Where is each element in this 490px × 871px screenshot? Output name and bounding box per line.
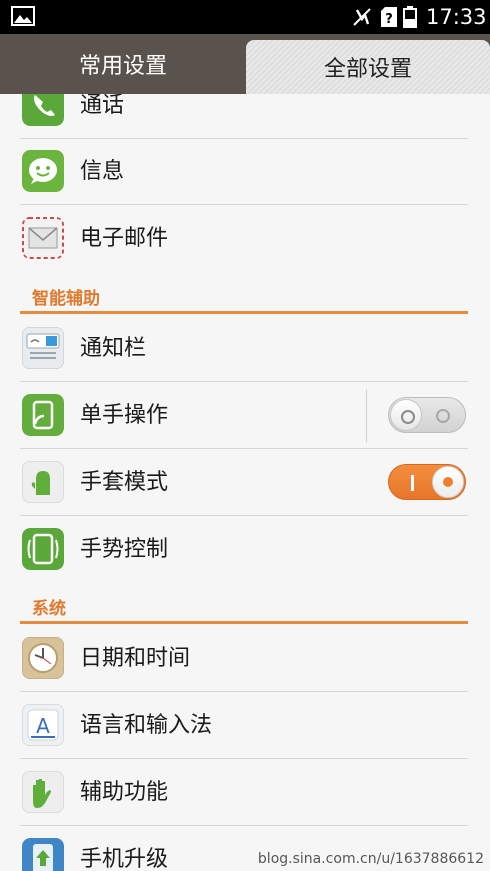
gesture-control-label: 手势控制 xyxy=(80,537,169,562)
battery-icon xyxy=(403,6,417,28)
svg-text:A: A xyxy=(36,714,50,738)
notification-bar-label: 通知栏 xyxy=(80,336,147,361)
clock: 17:33 xyxy=(426,5,487,29)
toggle-knob xyxy=(432,466,464,498)
settings-tabs: 常用设置 全部设置 xyxy=(0,34,490,94)
hand-icon xyxy=(22,771,64,813)
language-icon: A xyxy=(22,704,64,746)
toggle-off-indicator xyxy=(436,409,450,423)
list-item-glove-mode[interactable]: 手套模式 xyxy=(20,449,468,516)
one-hand-toggle[interactable] xyxy=(388,397,466,433)
watermark: blog.sina.com.cn/u/1637886612 xyxy=(257,851,484,867)
list-item-accessibility[interactable]: 辅助功能 xyxy=(20,759,468,826)
section-header-system: 系统 xyxy=(20,588,468,624)
list-item-email[interactable]: 电子邮件 xyxy=(20,205,468,272)
vibrate-mute-icon xyxy=(353,8,371,26)
messages-label: 信息 xyxy=(80,159,125,184)
system-update-label: 手机升级 xyxy=(80,847,169,871)
section-title: 智能辅助 xyxy=(32,289,100,309)
list-item-messages[interactable]: 信息 xyxy=(20,138,468,205)
phone-icon xyxy=(22,94,64,126)
section-header-smart-assist: 智能辅助 xyxy=(20,278,468,314)
svg-text:?: ? xyxy=(385,12,393,27)
list-item-language-input[interactable]: A 语言和输入法 xyxy=(20,692,468,759)
one-hand-label: 单手操作 xyxy=(80,403,169,428)
email-icon xyxy=(22,217,64,259)
language-input-label: 语言和输入法 xyxy=(80,713,213,738)
tab-common-settings[interactable]: 常用设置 xyxy=(0,34,246,94)
list-item-date-time[interactable]: 日期和时间 xyxy=(20,625,468,692)
notification-bar-icon xyxy=(22,327,64,369)
update-icon xyxy=(22,838,64,871)
toggle-knob xyxy=(390,399,422,431)
glove-icon xyxy=(22,461,64,503)
tab-all-settings[interactable]: 全部设置 xyxy=(246,40,490,94)
image-notification-icon xyxy=(11,6,35,26)
glove-mode-toggle[interactable] xyxy=(388,464,466,500)
settings-list[interactable]: 通话 信息 电子邮件 智能辅助 通知栏 单手操作 手套模式 手势控制 系统 日期… xyxy=(0,94,490,871)
list-item-call[interactable]: 通话 xyxy=(20,94,468,139)
status-bar: ? 17:33 xyxy=(0,0,490,34)
section-title: 系统 xyxy=(32,599,66,619)
message-icon xyxy=(22,150,64,192)
section-divider xyxy=(20,621,468,624)
clock-icon xyxy=(22,637,64,679)
list-item-notification-bar[interactable]: 通知栏 xyxy=(20,315,468,382)
list-item-gesture-control[interactable]: 手势控制 xyxy=(20,516,468,583)
toggle-on-indicator xyxy=(411,475,414,491)
one-hand-icon xyxy=(22,394,64,436)
gesture-icon xyxy=(22,528,64,570)
call-label: 通话 xyxy=(80,94,125,118)
list-item-one-hand[interactable]: 单手操作 xyxy=(20,382,468,449)
accessibility-label: 辅助功能 xyxy=(80,780,169,805)
no-sim-icon: ? xyxy=(381,7,397,27)
section-divider xyxy=(20,311,468,314)
glove-mode-label: 手套模式 xyxy=(80,470,169,495)
date-time-label: 日期和时间 xyxy=(80,646,191,671)
email-label: 电子邮件 xyxy=(80,226,169,251)
vertical-divider xyxy=(366,390,367,442)
